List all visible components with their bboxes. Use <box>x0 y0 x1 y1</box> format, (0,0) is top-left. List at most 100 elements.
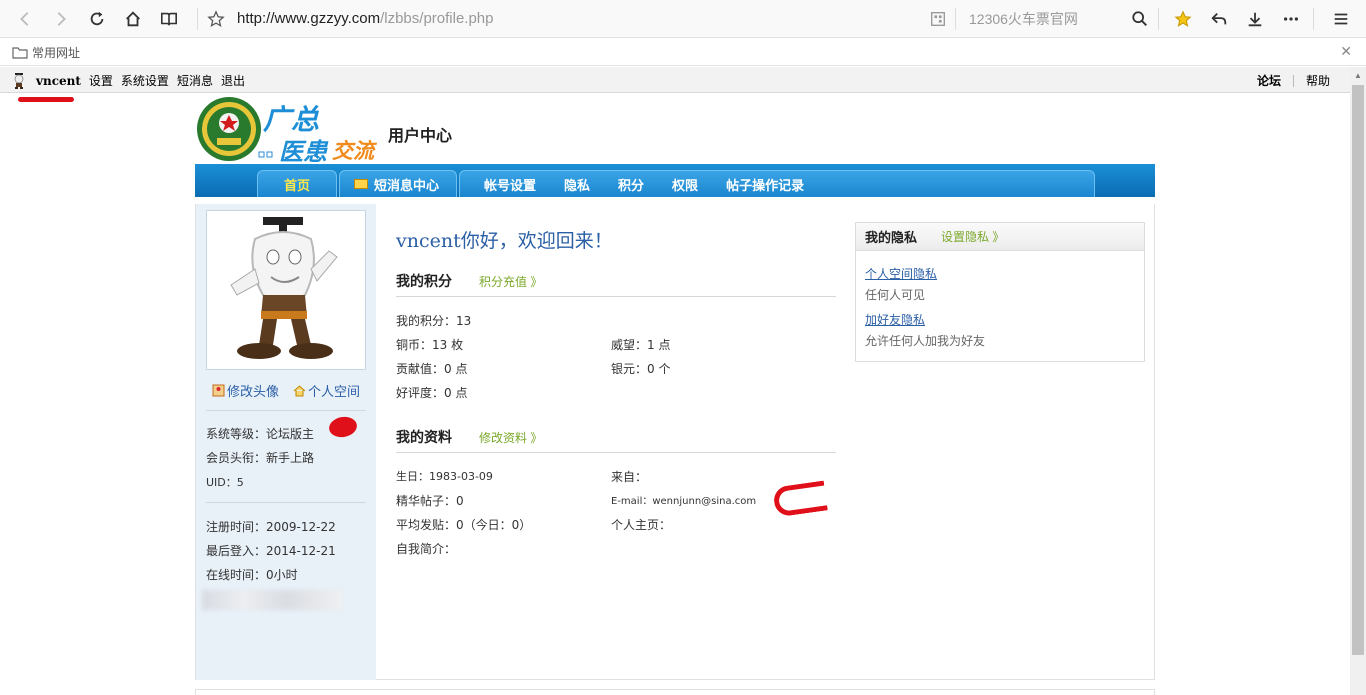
privacy-panel: 我的隐私 设置隐私 》 个人空间隐私 任何人可见 加好友隐私 允许任何人加我为好… <box>855 222 1145 362</box>
tab-home[interactable]: 首页 <box>257 170 337 197</box>
topbar-link-messages[interactable]: 短消息 <box>177 72 213 89</box>
space-privacy-link[interactable]: 个人空间隐私 <box>865 265 937 282</box>
folder-icon <box>12 46 28 59</box>
divider <box>396 452 836 453</box>
image-icon <box>212 384 225 397</box>
system-level: 系统等级：论坛版主 <box>206 427 315 441</box>
home-icon[interactable] <box>123 9 143 29</box>
user-id: UID：5 <box>206 476 244 489</box>
bookmark-folder[interactable]: 常用网址 <box>12 44 80 61</box>
silver-coins: 银元：0 个 <box>611 362 671 376</box>
nav-settings-group: 帐号设置 隐私 积分 权限 帖子操作记录 <box>459 170 1095 197</box>
menu-icon[interactable] <box>1331 9 1351 29</box>
topbar-link-forum[interactable]: 论坛 <box>1257 72 1281 89</box>
tab-privacy[interactable]: 隐私 <box>550 171 604 198</box>
divider <box>206 410 366 411</box>
separator <box>1158 8 1159 30</box>
scrollbar[interactable]: ▲ <box>1350 67 1366 695</box>
online-time: 在线时间：0小时 <box>206 568 298 582</box>
blurred-content <box>202 590 342 610</box>
main-nav: 首页 短消息中心 帐号设置 隐私 积分 权限 帖子操作记录 <box>195 164 1155 197</box>
red-annotation-mark <box>327 414 359 440</box>
privacy-title: 我的隐私 <box>865 230 918 245</box>
url-host: http://www.gzzyy.com <box>237 10 381 27</box>
browser-toolbar: http://www.gzzyy.com/lzbbs/profile.php <box>0 0 1366 38</box>
topbar-link-system-settings[interactable]: 系统设置 <box>121 72 169 89</box>
qr-code-icon[interactable] <box>928 9 948 29</box>
personal-space-link[interactable]: 个人空间 <box>293 381 360 400</box>
bookmarks-bar: 常用网址 ✕ <box>0 38 1366 66</box>
tab-points[interactable]: 积分 <box>604 171 658 198</box>
more-icon[interactable] <box>1281 9 1301 29</box>
site-topbar: vncent 设置 系统设置 短消息 退出 论坛 帮助 <box>0 67 1350 93</box>
reload-icon[interactable] <box>87 9 107 29</box>
tab-messages[interactable]: 短消息中心 <box>339 170 457 197</box>
reading-view-icon[interactable] <box>159 9 179 29</box>
self-intro: 自我简介： <box>396 542 457 556</box>
tab-account-settings[interactable]: 帐号设置 <box>470 171 550 198</box>
digest-posts: 精华帖子：0 <box>396 494 464 508</box>
user-avatar-small <box>14 72 24 89</box>
main-panel: 修改头像 个人空间 系统等级：论坛版主 会员头衔：新手上路 UID：5 注册时间… <box>195 204 1155 680</box>
topbar-link-logout[interactable]: 退出 <box>221 72 245 89</box>
search-input[interactable] <box>955 6 1125 32</box>
separator <box>1313 8 1314 30</box>
url-path: /lzbbs/profile.php <box>380 10 494 27</box>
points-section-title: 我的积分 <box>396 273 452 289</box>
close-icon[interactable]: ✕ <box>1340 43 1352 60</box>
privacy-settings-link[interactable]: 设置隐私 》 <box>941 228 1004 245</box>
mail-icon <box>354 179 368 189</box>
last-login: 最后登入：2014-12-21 <box>206 544 336 558</box>
undo-icon[interactable] <box>1209 9 1229 29</box>
welcome-heading: vncent你好，欢迎回来！ <box>396 230 613 252</box>
tab-messages-label: 短消息中心 <box>374 177 440 193</box>
privacy-item: 个人空间隐私 任何人可见 <box>865 265 937 303</box>
forward-icon[interactable] <box>51 9 71 29</box>
scroll-up-icon[interactable]: ▲ <box>1354 71 1362 80</box>
edit-avatar-label: 修改头像 <box>227 384 280 399</box>
tab-post-log[interactable]: 帖子操作记录 <box>712 171 818 198</box>
rating: 好评度：0 点 <box>396 386 468 400</box>
logo-text-3: 交流 <box>332 139 374 163</box>
username-link[interactable]: vncent <box>36 74 81 88</box>
site-logo[interactable]: 广总 医患 交流 <box>195 96 385 166</box>
my-points: 我的积分：13 <box>396 314 472 328</box>
copper-coins: 铜币：13 枚 <box>396 338 464 352</box>
divider <box>206 502 366 503</box>
birthday: 生日：1983-03-09 <box>396 470 493 483</box>
topbar-link-settings[interactable]: 设置 <box>89 72 113 89</box>
edit-avatar-link[interactable]: 修改头像 <box>212 381 279 400</box>
page-title: 用户中心 <box>388 128 453 145</box>
contribution: 贡献值：0 点 <box>396 362 468 376</box>
space-privacy-value: 任何人可见 <box>865 288 926 302</box>
edit-profile-link[interactable]: 修改资料 》 <box>479 429 542 446</box>
red-annotation-mark <box>772 480 828 518</box>
avg-posts: 平均发贴：0（今日：0） <box>396 518 532 532</box>
prestige: 威望：1 点 <box>611 338 671 352</box>
separator <box>197 8 198 30</box>
recharge-points-link[interactable]: 积分充值 》 <box>479 273 542 290</box>
logo-text-2: 医患 <box>279 138 327 166</box>
address-bar[interactable]: http://www.gzzyy.com/lzbbs/profile.php <box>237 10 494 27</box>
separator <box>1292 74 1294 87</box>
search-icon[interactable] <box>1130 9 1150 29</box>
favorites-star-icon[interactable] <box>1173 9 1193 29</box>
download-icon[interactable] <box>1245 9 1265 29</box>
scrollbar-thumb[interactable] <box>1352 85 1364 655</box>
tab-permissions[interactable]: 权限 <box>658 171 712 198</box>
star-outline-icon[interactable] <box>206 9 226 29</box>
footer-edge <box>195 689 1155 695</box>
personal-space-label: 个人空间 <box>308 384 361 399</box>
register-time: 注册时间：2009-12-22 <box>206 520 336 534</box>
sidebar: 修改头像 个人空间 系统等级：论坛版主 会员头衔：新手上路 UID：5 注册时间… <box>196 204 376 680</box>
friend-privacy-link[interactable]: 加好友隐私 <box>865 311 985 328</box>
red-annotation-underline <box>18 97 74 102</box>
back-icon[interactable] <box>15 9 35 29</box>
avatar[interactable] <box>206 210 366 370</box>
topbar-link-help[interactable]: 帮助 <box>1306 72 1330 89</box>
from: 来自： <box>611 470 648 484</box>
bookmark-folder-label: 常用网址 <box>32 46 81 60</box>
house-icon <box>293 385 306 397</box>
divider <box>396 296 836 297</box>
profile-section-title: 我的资料 <box>396 429 452 445</box>
